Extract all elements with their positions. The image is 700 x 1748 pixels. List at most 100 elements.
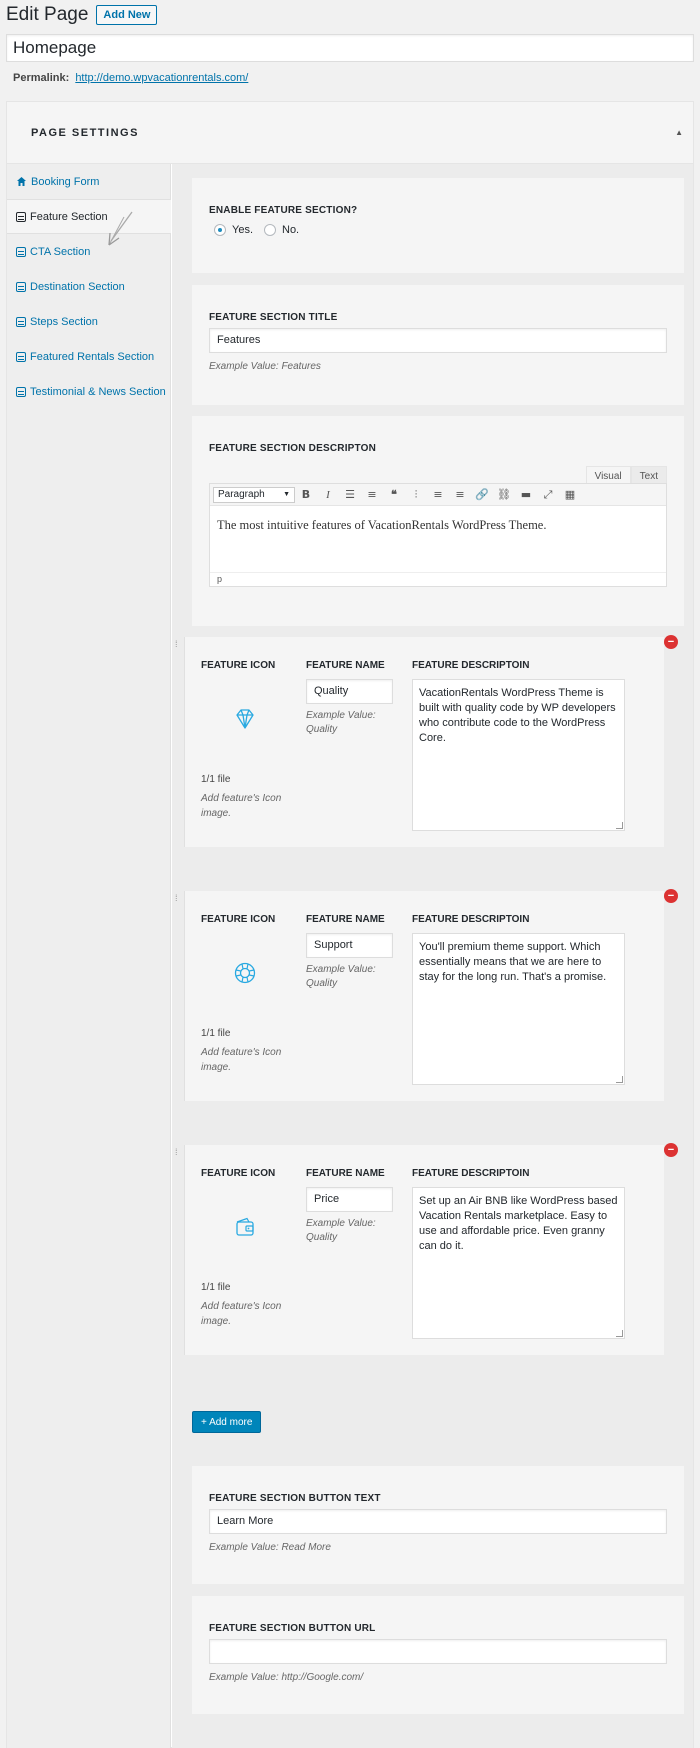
- section-icon: [16, 281, 26, 292]
- button-url-input[interactable]: [209, 1639, 667, 1664]
- yes-radio[interactable]: [214, 224, 226, 236]
- file-count: 1/1 file: [201, 1028, 231, 1039]
- enable-feature-card: ENABLE FEATURE SECTION? Yes. No.: [192, 178, 684, 273]
- section-icon: [16, 211, 26, 222]
- page-settings-header[interactable]: PAGE SETTINGS ▲: [7, 102, 693, 164]
- unlink-icon[interactable]: ⛓: [493, 488, 515, 501]
- permalink-label: Permalink:: [13, 72, 70, 84]
- no-label: No.: [282, 224, 300, 236]
- feature-description-textarea[interactable]: Set up an Air BNB like WordPress based V…: [412, 1187, 625, 1339]
- sidebar-item-label: Steps Section: [30, 315, 98, 328]
- page-settings-box: PAGE SETTINGS ▲ Booking Form Feature Sec…: [6, 101, 694, 1748]
- feature-description-label: FEATURE DESCRIPTOIN: [412, 914, 530, 925]
- diamond-icon[interactable]: [233, 707, 257, 734]
- editor-toolbar: Paragraph ▼ B I ☰ ≡ ❝ ⫶ ≡ ≡ 🔗 ⛓ ▬ ⤢ ▦: [210, 484, 666, 506]
- section-icon: [16, 246, 26, 257]
- button-text-example: Example Value: Read More: [209, 1542, 331, 1553]
- home-icon: [16, 176, 27, 187]
- rich-text-editor: Paragraph ▼ B I ☰ ≡ ❝ ⫶ ≡ ≡ 🔗 ⛓ ▬ ⤢ ▦ Th…: [209, 483, 667, 587]
- sidebar-item-featured-rentals-section[interactable]: Featured Rentals Section: [7, 339, 170, 374]
- remove-icon[interactable]: −: [664, 889, 678, 903]
- sidebar-item-label: Feature Section: [30, 210, 108, 223]
- feature-name-input[interactable]: Support: [306, 933, 393, 958]
- drag-handle-icon[interactable]: ⁞: [175, 893, 178, 903]
- settings-content: ENABLE FEATURE SECTION? Yes. No. FEATURE…: [172, 164, 693, 1748]
- toolbar-toggle-icon[interactable]: ▦: [559, 488, 581, 501]
- italic-icon[interactable]: I: [317, 489, 339, 501]
- permalink: Permalink: http://demo.wpvacationrentals…: [13, 72, 248, 84]
- section-description-label: FEATURE SECTION DESCRIPTON: [209, 443, 377, 454]
- enable-no-option[interactable]: No.: [264, 224, 299, 236]
- numbered-list-icon[interactable]: ≡: [361, 488, 383, 501]
- page-title: Edit Page: [6, 4, 89, 25]
- align-center-icon[interactable]: ≡: [427, 488, 449, 501]
- permalink-link[interactable]: http://demo.wpvacationrentals.com/: [75, 72, 248, 84]
- feature-icon-label: FEATURE ICON: [201, 914, 276, 925]
- sidebar-item-steps-section[interactable]: Steps Section: [7, 304, 170, 339]
- feature-name-label: FEATURE NAME: [306, 1168, 385, 1179]
- section-title-input[interactable]: Features: [209, 328, 667, 353]
- button-text-input[interactable]: Learn More: [209, 1509, 667, 1534]
- align-right-icon[interactable]: ≡: [449, 488, 471, 501]
- sidebar-item-destination-section[interactable]: Destination Section: [7, 269, 170, 304]
- wallet-icon[interactable]: [233, 1215, 257, 1242]
- enable-yes-option[interactable]: Yes.: [214, 224, 253, 236]
- button-url-label: FEATURE SECTION BUTTON URL: [209, 1623, 376, 1634]
- feature-name-input[interactable]: Price: [306, 1187, 393, 1212]
- section-title-label: FEATURE SECTION TITLE: [209, 312, 338, 323]
- section-title-card: FEATURE SECTION TITLE Features Example V…: [192, 285, 684, 405]
- drag-handle-icon[interactable]: ⁞: [175, 639, 178, 649]
- page-settings-title: PAGE SETTINGS: [31, 126, 139, 139]
- post-title-input[interactable]: Homepage: [6, 34, 694, 62]
- chevron-down-icon: ▼: [283, 491, 290, 498]
- yes-label: Yes.: [232, 224, 254, 236]
- no-radio[interactable]: [264, 224, 276, 236]
- blockquote-icon[interactable]: ❝: [383, 488, 405, 501]
- fullscreen-icon[interactable]: ⤢: [537, 488, 559, 502]
- collapse-arrow-icon[interactable]: ▲: [675, 128, 683, 137]
- section-icon: [16, 316, 26, 327]
- sidebar-item-label: Booking Form: [31, 175, 100, 188]
- feature-name-input[interactable]: Quality: [306, 679, 393, 704]
- feature-name-example: Example Value: Quality: [306, 710, 376, 735]
- align-left-icon[interactable]: ⫶: [405, 488, 427, 502]
- section-title-example: Example Value: Features: [209, 361, 321, 372]
- button-url-card: FEATURE SECTION BUTTON URL Example Value…: [192, 1596, 684, 1714]
- feature-description-textarea[interactable]: You'll premium theme support. Which esse…: [412, 933, 625, 1085]
- add-new-button[interactable]: Add New: [96, 5, 158, 25]
- section-icon: [16, 386, 26, 397]
- drag-handle-icon[interactable]: ⁞: [175, 1147, 178, 1157]
- lifebuoy-icon[interactable]: [233, 961, 257, 988]
- sidebar-item-booking-form[interactable]: Booking Form: [7, 164, 170, 199]
- feature-name-example: Example Value: Quality: [306, 964, 376, 989]
- feature-row: ⁞ − FEATURE ICON FEATURE NAME FEATURE DE…: [175, 889, 678, 1101]
- format-select-value: Paragraph: [218, 489, 265, 500]
- remove-icon[interactable]: −: [664, 1143, 678, 1157]
- button-text-label: FEATURE SECTION BUTTON TEXT: [209, 1493, 381, 1504]
- bullet-list-icon[interactable]: ☰: [339, 488, 361, 501]
- bold-icon[interactable]: B: [295, 488, 317, 501]
- feature-description-textarea[interactable]: VacationRentals WordPress Theme is built…: [412, 679, 625, 831]
- link-icon[interactable]: 🔗: [471, 488, 493, 501]
- add-more-button[interactable]: + Add more: [192, 1411, 262, 1433]
- settings-sidebar: Booking Form Feature Section CTA Section…: [7, 164, 171, 1748]
- feature-name-example: Example Value: Quality: [306, 1218, 376, 1243]
- file-count: 1/1 file: [201, 774, 231, 785]
- sidebar-item-label: Featured Rentals Section: [30, 350, 155, 363]
- file-count: 1/1 file: [201, 1282, 231, 1293]
- read-more-icon[interactable]: ▬: [515, 488, 537, 501]
- remove-icon[interactable]: −: [664, 635, 678, 649]
- editor-content[interactable]: The most intuitive features of VacationR…: [210, 506, 666, 545]
- enable-feature-label: ENABLE FEATURE SECTION?: [209, 205, 358, 216]
- format-select[interactable]: Paragraph ▼: [213, 486, 295, 503]
- sidebar-item-testimonial-news-section[interactable]: Testimonial & News Section: [7, 374, 170, 409]
- sidebar-item-label: Destination Section: [30, 280, 125, 293]
- feature-row: ⁞ − FEATURE ICON FEATURE NAME FEATURE DE…: [175, 1143, 678, 1355]
- button-text-card: FEATURE SECTION BUTTON TEXT Learn More E…: [192, 1466, 684, 1584]
- page-header: Edit Page Add New: [6, 4, 158, 26]
- sidebar-item-feature-section[interactable]: Feature Section: [7, 199, 171, 246]
- sidebar-item-label: Testimonial & News Section: [30, 385, 166, 398]
- section-icon: [16, 351, 26, 362]
- feature-icon-label: FEATURE ICON: [201, 660, 276, 671]
- sidebar-item-cta-section[interactable]: CTA Section: [7, 234, 170, 269]
